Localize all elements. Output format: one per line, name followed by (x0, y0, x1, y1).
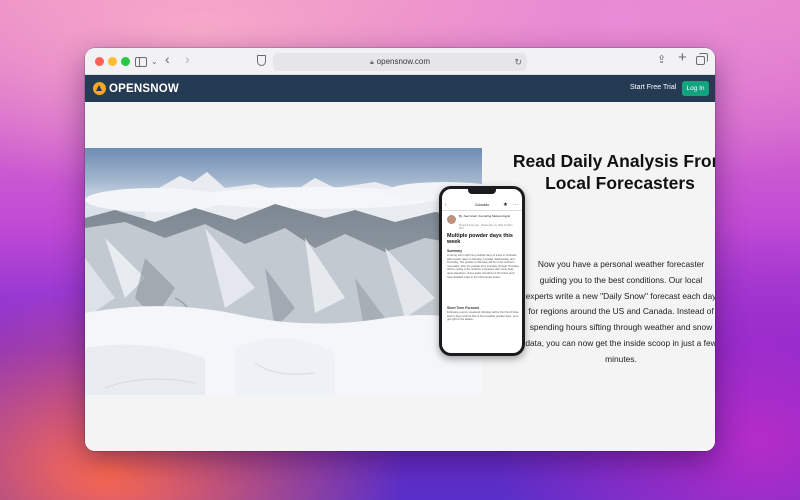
phone-author: By Joel Gratz, Founding Meteorologist (459, 214, 511, 218)
author-avatar (447, 215, 456, 224)
address-bar[interactable]: 🔒︎ opensnow.com ↻ (273, 53, 527, 71)
close-window-button[interactable] (95, 57, 104, 66)
back-arrow-icon: ‹ (445, 202, 447, 208)
phone-meta: Posted 8 hours ago · Wednesday, 21, 2022… (459, 225, 513, 230)
url-text: opensnow.com (376, 57, 431, 66)
phone-short-term-text: Following a sunny weekend, Monday will b… (447, 311, 519, 322)
phone-screen: ‹ Colorado ★ ⋯ By Joel Gratz, Founding M… (442, 189, 522, 353)
site-navbar: OPENSNOW Start Free Trial Log In (85, 75, 715, 102)
logo-text: OPENSNOW (109, 82, 179, 95)
mountain-logo-icon (93, 82, 106, 95)
reload-icon[interactable]: ↻ (514, 53, 522, 71)
login-button[interactable]: Log In (682, 81, 709, 96)
star-icon: ★ (503, 202, 508, 208)
feature-body: Now you have a personal weather forecast… (525, 259, 715, 364)
feature-section: ‹ Colorado ★ ⋯ By Joel Gratz, Founding M… (85, 102, 715, 451)
browser-window: ⌄ ‹ › 🔒︎ opensnow.com ↻ ⇪ + OPENSNOW Star… (85, 48, 715, 451)
phone-post-title: Multiple powder days this week (447, 233, 513, 246)
tab-overview-icon[interactable] (696, 53, 708, 65)
chevron-down-icon[interactable]: ⌄ (151, 55, 158, 69)
browser-titlebar: ⌄ ‹ › 🔒︎ opensnow.com ↻ ⇪ + (85, 48, 715, 75)
lock-icon: 🔒︎ (369, 59, 374, 66)
start-free-trial-link[interactable]: Start Free Trial (630, 84, 676, 91)
phone-summary-heading: Summary (447, 249, 463, 253)
phone-short-term-heading: Short Term Forecast (447, 306, 479, 310)
forward-arrow-icon[interactable]: › (185, 52, 190, 66)
sidebar-toggle-icon[interactable] (135, 57, 147, 67)
phone-notch (468, 189, 496, 194)
new-tab-icon[interactable]: + (678, 50, 687, 65)
site-logo[interactable]: OPENSNOW (93, 82, 179, 95)
zoom-window-button[interactable] (121, 57, 130, 66)
mountain-hero-image (85, 148, 482, 395)
phone-summary-text: A strong storm will bring multiple days … (447, 254, 519, 279)
more-icon: ⋯ (513, 202, 518, 208)
minimize-window-button[interactable] (108, 57, 117, 66)
phone-region: Colorado (474, 203, 490, 207)
share-icon[interactable]: ⇪ (657, 53, 666, 67)
phone-mockup: ‹ Colorado ★ ⋯ By Joel Gratz, Founding M… (439, 186, 525, 356)
privacy-shield-icon[interactable] (257, 55, 266, 66)
feature-heading: Read Daily Analysis From Local Forecaste… (512, 151, 715, 193)
back-arrow-icon[interactable]: ‹ (165, 52, 170, 66)
phone-header: ‹ Colorado ★ ⋯ (442, 199, 522, 211)
